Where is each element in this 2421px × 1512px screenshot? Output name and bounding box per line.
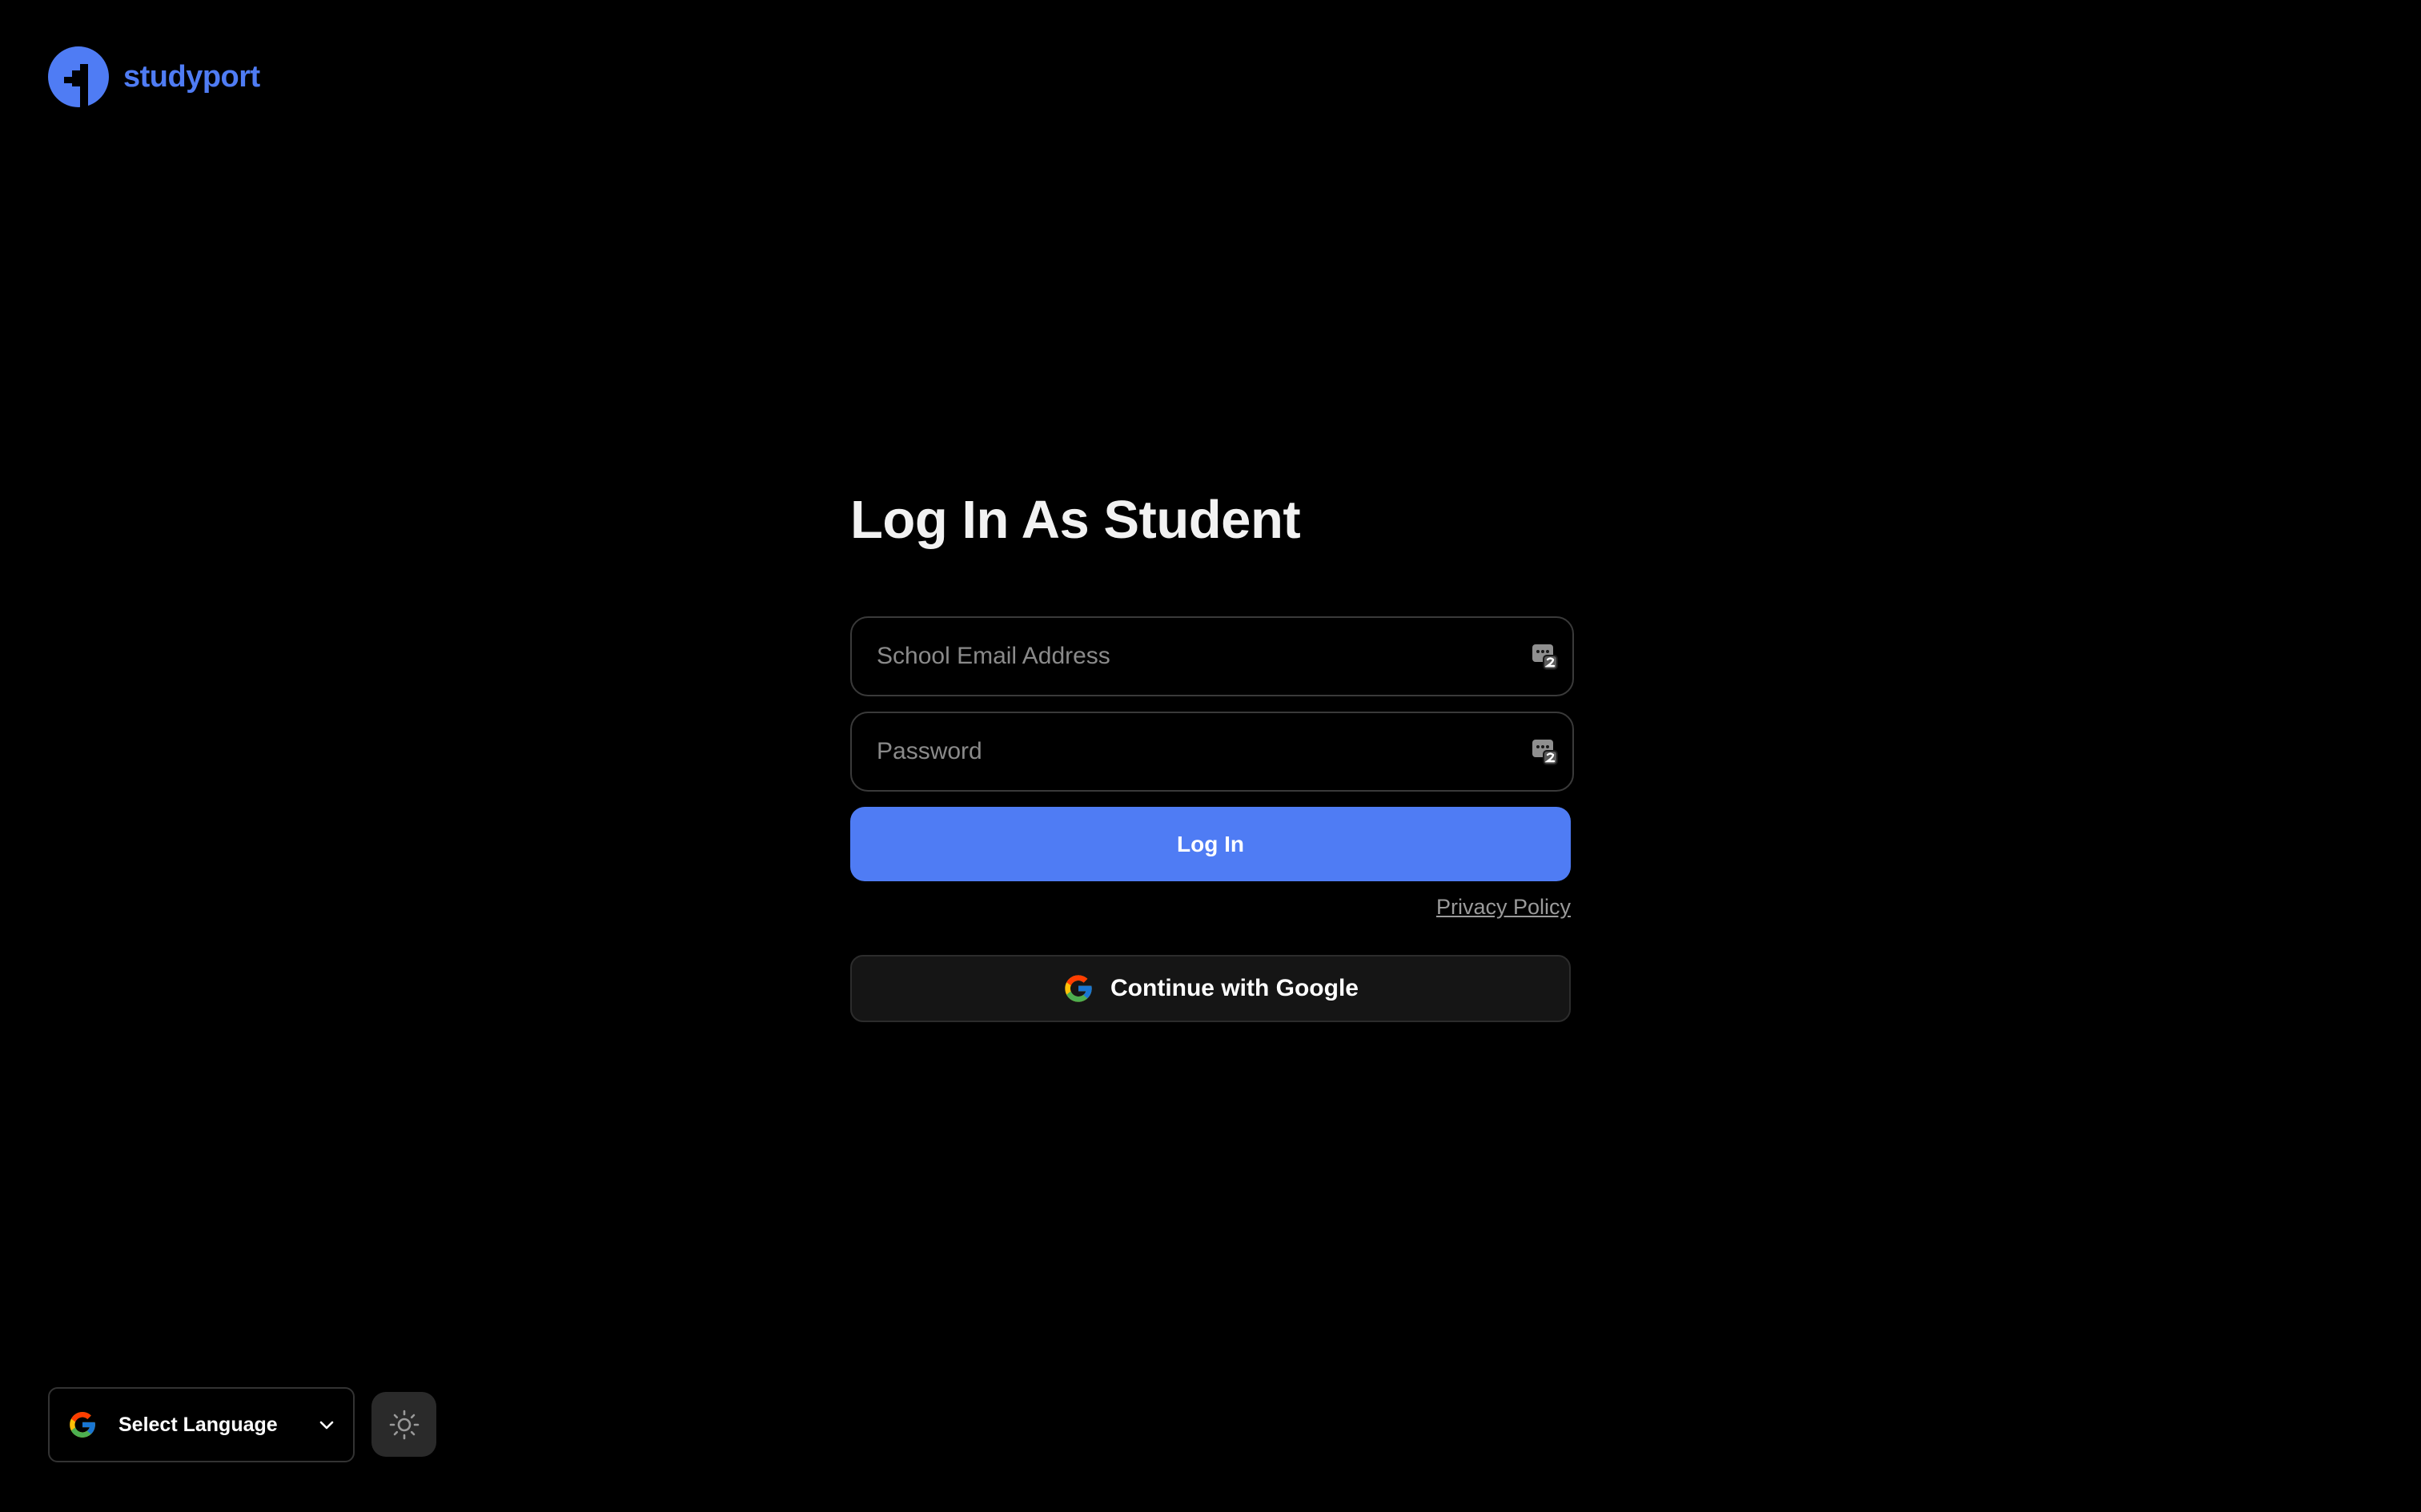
password-field-container [850, 712, 1574, 792]
google-g-icon [1065, 975, 1092, 1002]
theme-toggle-button[interactable] [371, 1392, 436, 1457]
studyport-logo[interactable]: studyport [48, 45, 260, 109]
continue-with-google-button[interactable]: Continue with Google [850, 955, 1571, 1022]
log-in-button[interactable]: Log In [850, 807, 1571, 881]
studyport-logo-icon [48, 46, 109, 107]
chevron-down-icon [319, 1421, 334, 1430]
language-select[interactable]: Select Language [48, 1387, 355, 1462]
page-title: Log In As Student [850, 490, 1301, 550]
language-select-label: Select Language [118, 1413, 278, 1436]
password-manager-icon[interactable] [1531, 737, 1560, 766]
password-input[interactable] [852, 713, 1572, 790]
privacy-policy-link[interactable]: Privacy Policy [1436, 895, 1571, 920]
email-input[interactable] [852, 618, 1572, 695]
email-field-container [850, 616, 1574, 696]
google-g-icon [70, 1412, 95, 1438]
password-manager-icon[interactable] [1531, 642, 1560, 671]
brand-name: studyport [123, 59, 260, 94]
login-form: Log In As Student School Email Address L… [850, 480, 1574, 1022]
sun-icon [389, 1410, 419, 1439]
google-button-label: Continue with Google [1110, 975, 1359, 1001]
